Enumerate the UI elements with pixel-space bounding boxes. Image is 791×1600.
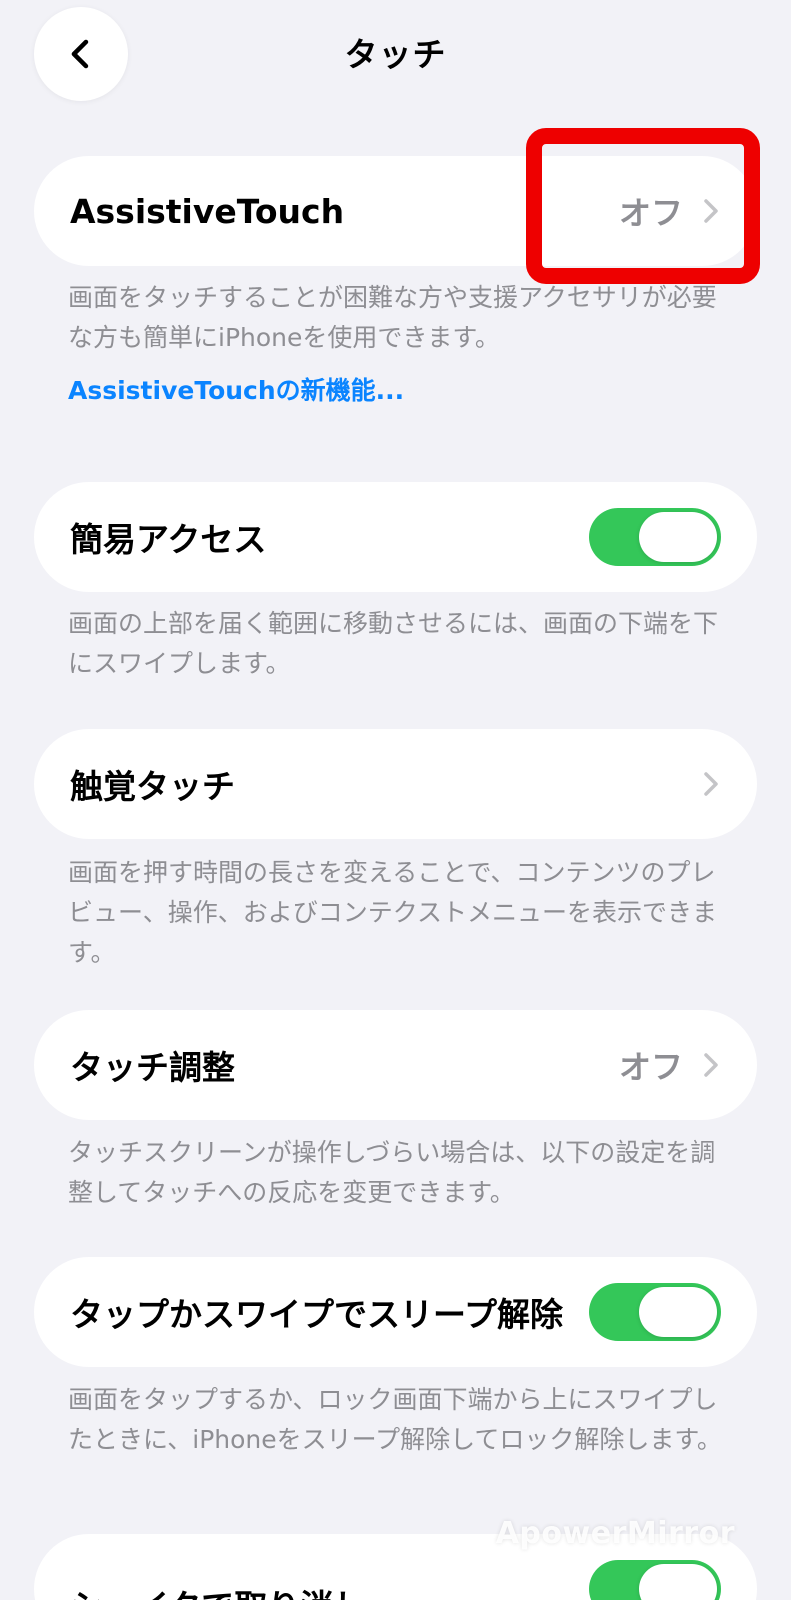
toggle-knob xyxy=(639,1564,717,1600)
touch-accommodations-row[interactable]: タッチ調整 オフ xyxy=(34,1010,757,1120)
watermark-text: ApowerMirror xyxy=(495,1516,735,1551)
touch-accommodations-accessory: オフ xyxy=(619,1042,721,1088)
tap-to-wake-toggle[interactable] xyxy=(589,1283,721,1341)
assistive-touch-value: オフ xyxy=(618,194,683,232)
assistive-touch-accessory: オフ xyxy=(619,188,721,234)
tap-to-wake-label: タップかスワイプでスリープ解除 xyxy=(70,1295,564,1334)
haptic-touch-row[interactable]: 触覚タッチ xyxy=(34,729,757,839)
reachability-label: 簡易アクセス xyxy=(70,520,267,559)
touch-accommodations-value: オフ xyxy=(618,1048,683,1086)
touch-accommodations-label: タッチ調整 xyxy=(70,1048,235,1087)
assistive-touch-footer: 画面をタッチすることが困難な方や支援アクセサリが必要な方も簡単にiPhoneを使… xyxy=(68,283,717,352)
tap-to-wake-footer: 画面をタップするか、ロック画面下端から上にスワイプしたときに、iPhoneをスリ… xyxy=(68,1385,722,1454)
chevron-right-icon xyxy=(704,199,718,223)
reachability-footer: 画面の上部を届く範囲に移動させるには、画面の下端を下にスワイプします。 xyxy=(68,609,719,678)
toggle-knob xyxy=(639,512,717,562)
chevron-right-icon xyxy=(704,772,718,796)
shake-to-undo-toggle[interactable] xyxy=(589,1560,721,1600)
haptic-touch-footer: 画面を押す時間の長さを変えることで、コンテンツのプレビュー、操作、およびコンテク… xyxy=(68,858,718,967)
assistive-touch-label: AssistiveTouch xyxy=(70,191,345,231)
assistive-touch-row[interactable]: AssistiveTouch オフ xyxy=(34,156,757,266)
tap-to-wake-row: タップかスワイプでスリープ解除 xyxy=(34,1257,757,1367)
reachability-row: 簡易アクセス xyxy=(34,482,757,592)
assistive-touch-whats-new-link[interactable]: AssistiveTouchの新機能... xyxy=(68,371,404,407)
toggle-knob xyxy=(639,1287,717,1337)
touch-accommodations-footer: タッチスクリーンが操作しづらい場合は、以下の設定を調整してタッチへの反応を変更で… xyxy=(68,1138,716,1207)
page-title: タッチ xyxy=(344,35,447,74)
settings-page: タッチ AssistiveTouch オフ 画面をタッチすることが困難な方や支援… xyxy=(0,0,791,1600)
haptic-touch-label: 触覚タッチ xyxy=(70,767,235,806)
shake-to-undo-label: シェイクで取り消し xyxy=(70,1580,366,1600)
reachability-toggle[interactable] xyxy=(589,508,721,566)
chevron-right-icon xyxy=(704,1053,718,1077)
